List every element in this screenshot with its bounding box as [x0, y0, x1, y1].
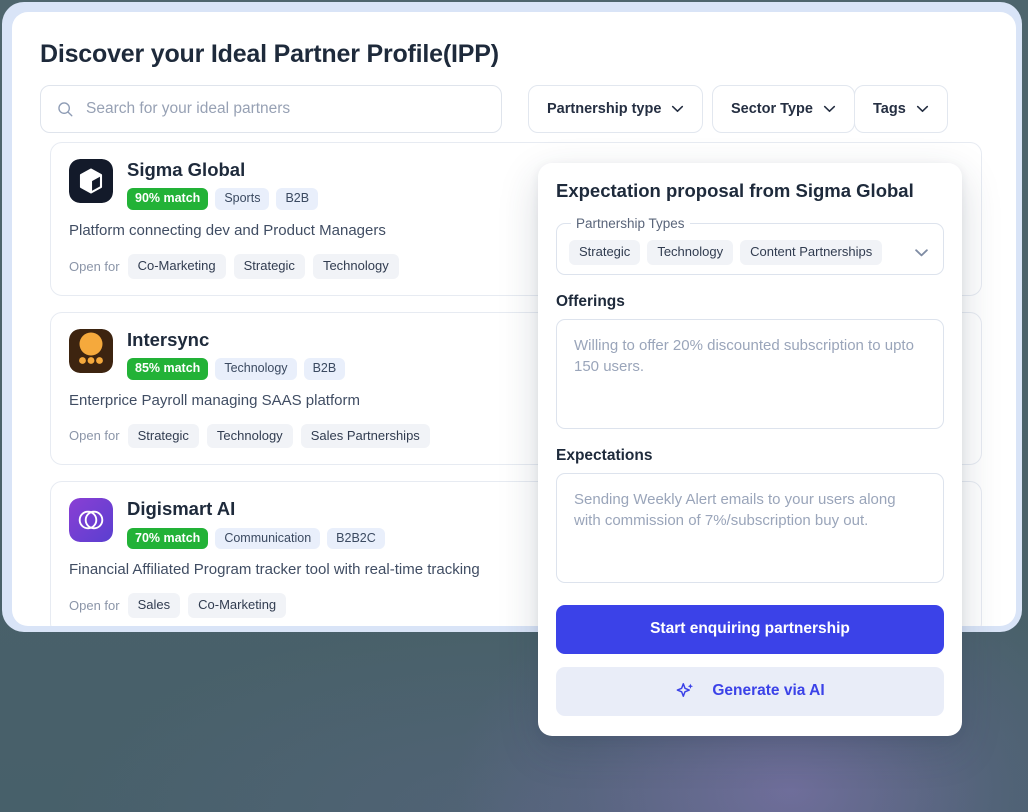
tag-pill: B2B [276, 188, 319, 210]
expectation-proposal-modal: Expectation proposal from Sigma Global P… [538, 163, 962, 736]
partner-name: Intersync [127, 328, 210, 350]
search-input[interactable]: Search for your ideal partners [40, 85, 502, 133]
controls-row: Search for your ideal partners Partnersh… [40, 85, 990, 135]
open-for-pill[interactable]: Co-Marketing [127, 253, 226, 279]
match-badge: 90% match [127, 188, 209, 210]
filter-sector-type-label: Sector Type [731, 101, 813, 117]
partnership-types-select[interactable]: Partnership Types Strategic Technology C… [556, 216, 944, 275]
filter-partnership-type[interactable]: Partnership type [528, 85, 704, 133]
open-for-pill[interactable]: Strategic [233, 253, 305, 279]
filter-tags-label: Tags [873, 101, 906, 117]
expectations-textarea[interactable]: Sending Weekly Alert emails to your user… [556, 472, 944, 583]
open-for-pill[interactable]: Technology [206, 423, 293, 449]
filter-partnership-type-label: Partnership type [547, 101, 662, 117]
generate-via-ai-label: Generate via AI [712, 682, 825, 700]
open-for-pill[interactable]: Co-Marketing [188, 593, 287, 619]
tag-pill: B2B2C [327, 527, 385, 550]
open-for-pill[interactable]: Technology [312, 253, 399, 279]
open-for-label: Open for [69, 258, 120, 274]
cube-logo-icon [69, 159, 113, 203]
badge-row: 70% match Communication B2B2C [127, 527, 385, 550]
chevron-down-icon [823, 105, 836, 113]
overlapping-circles-logo-icon [69, 498, 113, 543]
open-for-label: Open for [69, 598, 120, 614]
partner-name: Sigma Global [127, 159, 246, 180]
circle-dots-logo-icon [69, 328, 113, 373]
modal-title: Expectation proposal from Sigma Global [556, 180, 914, 201]
open-for-label: Open for [69, 428, 120, 444]
open-for-pill[interactable]: Sales Partnerships [300, 423, 430, 449]
tag-pill: B2B [303, 357, 346, 380]
chevron-down-icon [672, 105, 684, 113]
filter-tags[interactable]: Tags [854, 85, 948, 133]
partnership-type-pill[interactable]: Content Partnerships [740, 240, 883, 265]
search-placeholder-text: Search for your ideal partners [86, 100, 291, 117]
sparkle-icon [676, 682, 694, 697]
tag-pill: Sports [215, 188, 270, 210]
card-heading-block: Sigma Global 90% match Sports B2B [127, 159, 319, 210]
offerings-label: Offerings [556, 292, 625, 310]
open-for-pill[interactable]: Sales [127, 593, 181, 619]
filter-sector-type[interactable]: Sector Type [712, 85, 855, 133]
chevron-down-icon [916, 105, 928, 113]
match-badge: 70% match [127, 527, 209, 550]
partnership-type-pill[interactable]: Technology [647, 240, 734, 265]
partnership-types-legend: Partnership Types [576, 216, 685, 231]
partner-name: Digismart AI [127, 498, 236, 520]
expectations-label: Expectations [556, 446, 653, 464]
page-title: Discover your Ideal Partner Profile(IPP) [40, 40, 499, 68]
start-enquiring-partnership-button[interactable]: Start enquiring partnership [556, 604, 944, 654]
badge-row: 85% match Technology B2B [127, 357, 346, 380]
partnership-types-values: Strategic Technology Content Partnership… [569, 240, 931, 265]
partnership-type-pill[interactable]: Strategic [569, 240, 641, 265]
offerings-textarea[interactable]: Willing to offer 20% discounted subscrip… [556, 318, 944, 429]
search-icon [58, 101, 73, 116]
badge-row: 90% match Sports B2B [127, 188, 319, 210]
tag-pill: Technology [215, 357, 297, 380]
match-badge: 85% match [127, 357, 209, 380]
card-heading-block: Digismart AI 70% match Communication B2B… [127, 498, 385, 550]
generate-via-ai-button[interactable]: Generate via AI [556, 666, 944, 716]
tag-pill: Communication [215, 527, 321, 550]
card-heading-block: Intersync 85% match Technology B2B [127, 328, 346, 380]
chevron-down-icon[interactable] [914, 249, 929, 258]
open-for-pill[interactable]: Strategic [127, 423, 199, 449]
